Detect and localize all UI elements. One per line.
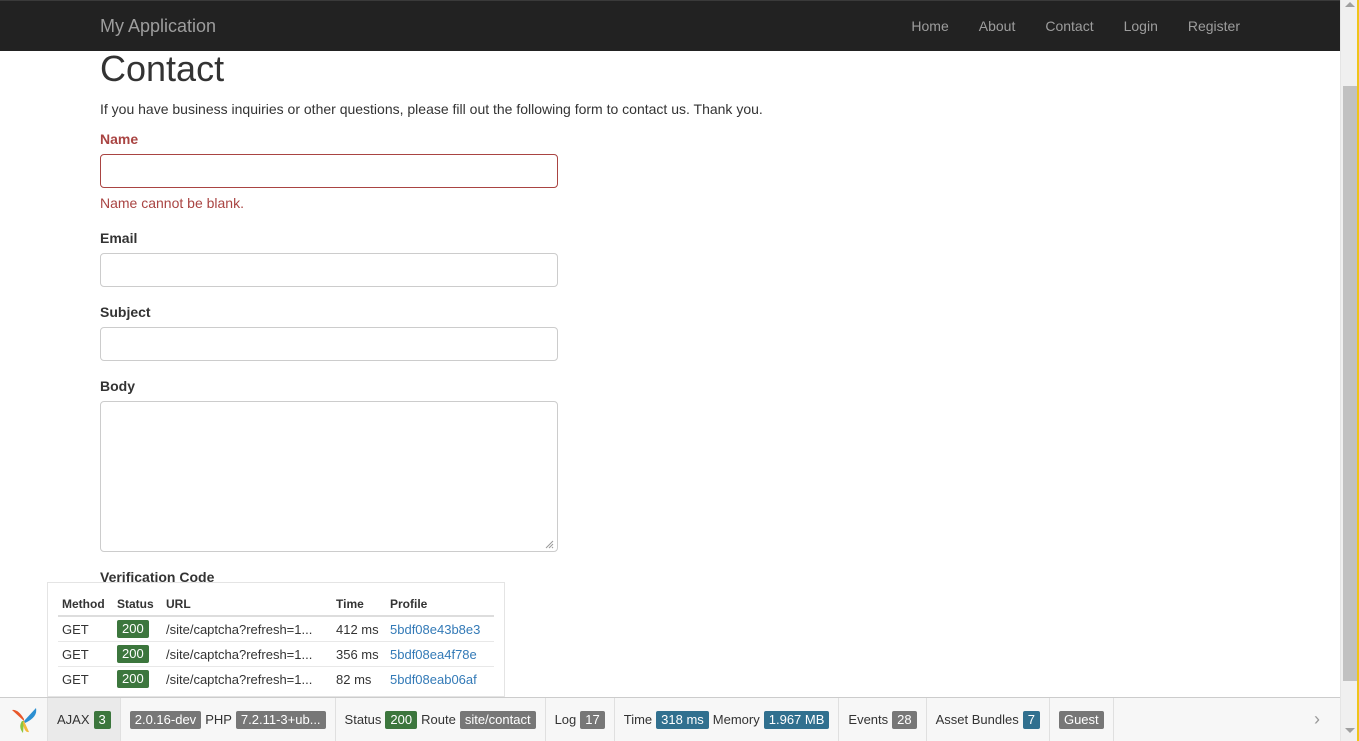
scroll-up-icon[interactable]	[1345, 2, 1355, 7]
email-input[interactable]	[100, 253, 558, 287]
profile-link[interactable]: 5bdf08ea4f78e	[390, 647, 477, 662]
assets-label: Asset Bundles	[935, 712, 1019, 727]
header-profile: Profile	[386, 593, 494, 617]
ajax-requests-table: Method Status URL Time Profile GET 200 /…	[58, 593, 494, 691]
row-time: 412 ms	[332, 616, 386, 642]
toolbar-config[interactable]: 2.0.16-dev PHP 7.2.11-3+ub...	[121, 698, 336, 741]
profile-link[interactable]: 5bdf08e43b8e3	[390, 622, 480, 637]
events-label: Events	[848, 712, 889, 727]
toolbar-request[interactable]: Status 200 Route site/contact	[336, 698, 546, 741]
toolbar-events[interactable]: Events 28	[839, 698, 927, 741]
log-count-badge: 17	[580, 710, 605, 729]
nav-item-home[interactable]: Home	[911, 18, 948, 34]
table-row: GET 200 /site/captcha?refresh=1... 412 m…	[58, 616, 494, 642]
name-input[interactable]	[100, 154, 558, 188]
subject-label: Subject	[100, 304, 151, 320]
row-method: GET	[58, 616, 113, 642]
scroll-down-icon[interactable]	[1345, 728, 1355, 733]
status-badge: 200	[117, 670, 149, 688]
body-label: Body	[100, 378, 135, 394]
yii-logo-icon	[11, 707, 36, 733]
navbar: My Application Home About Contact Login …	[0, 0, 1340, 51]
yii-logo-button[interactable]	[0, 698, 48, 741]
scroll-thumb[interactable]	[1343, 86, 1357, 681]
toolbar-ajax[interactable]: AJAX 3	[48, 698, 121, 741]
status-label: Status	[344, 712, 382, 727]
memory-label: Memory	[712, 712, 760, 727]
row-method: GET	[62, 671, 89, 687]
status-badge: 200	[117, 620, 149, 638]
nav-item-contact[interactable]: Contact	[1045, 18, 1093, 34]
status-badge: 200	[117, 645, 149, 663]
intro-text: If you have business inquiries or other …	[100, 101, 763, 117]
brand-link[interactable]: My Application	[100, 16, 216, 37]
name-error: Name cannot be blank.	[100, 195, 244, 211]
name-label: Name	[100, 131, 139, 147]
row-url: /site/captcha?refresh=1...	[166, 671, 313, 687]
subject-input[interactable]	[100, 327, 558, 361]
table-row: GET 200 /site/captcha?refresh=1... 356 m…	[58, 641, 494, 667]
ajax-requests-panel: Method Status URL Time Profile GET 200 /…	[47, 582, 505, 697]
ajax-label: AJAX	[57, 712, 90, 727]
table-row: GET 200 /site/captcha?refresh=1... 82 ms…	[58, 667, 494, 692]
log-label: Log	[554, 712, 577, 727]
row-url: /site/captcha?refresh=1...	[162, 616, 332, 642]
nav-item-login[interactable]: Login	[1124, 18, 1158, 34]
row-profile-cell: 5bdf08e43b8e3	[386, 616, 494, 642]
profile-link[interactable]: 5bdf08eab06af	[390, 672, 477, 687]
row-method: GET	[58, 641, 113, 667]
yii-version-badge: 2.0.16-dev	[129, 710, 202, 729]
row-status-cell: 200	[113, 641, 162, 667]
row-profile-cell: 5bdf08eab06af	[386, 667, 494, 692]
body-textarea[interactable]	[100, 401, 558, 552]
ajax-count-badge: 3	[93, 710, 111, 729]
debug-toolbar: AJAX 3 2.0.16-dev PHP 7.2.11-3+ub... Sta…	[0, 697, 1340, 741]
email-label: Email	[100, 230, 138, 246]
row-time: 82 ms	[336, 671, 372, 687]
row-profile-cell: 5bdf08ea4f78e	[386, 641, 494, 667]
row-status-cell: 200	[113, 616, 162, 642]
user-badge: Guest	[1058, 710, 1104, 729]
assets-count-badge: 7	[1022, 710, 1040, 729]
nav-item-register[interactable]: Register	[1188, 18, 1240, 34]
row-status-cell: 200	[113, 667, 162, 692]
header-status: Status	[113, 593, 162, 617]
header-method: Method	[58, 593, 113, 617]
row-time: 356 ms	[332, 641, 386, 667]
nav-item-about[interactable]: About	[979, 18, 1016, 34]
header-time: Time	[332, 593, 386, 617]
route-badge: site/contact	[459, 710, 536, 729]
row-url: /site/captcha?refresh=1...	[162, 641, 332, 667]
toolbar-spacer: ›	[1114, 698, 1340, 741]
header-url: URL	[162, 593, 332, 617]
table-header-row: Method Status URL Time Profile	[58, 593, 494, 617]
toolbar-assets[interactable]: Asset Bundles 7	[927, 698, 1050, 741]
resize-grip-icon[interactable]	[544, 539, 554, 549]
php-label: PHP	[205, 712, 232, 727]
memory-badge: 1.967 MB	[763, 710, 830, 729]
time-badge: 318 ms	[656, 710, 709, 729]
route-label: Route	[421, 712, 456, 727]
status-badge: 200	[385, 710, 418, 729]
collapse-toolbar-icon[interactable]: ›	[1314, 709, 1320, 730]
nav-menu: Home About Contact Login Register	[881, 1, 1240, 51]
toolbar-profiling[interactable]: Time 318 ms Memory 1.967 MB	[615, 698, 840, 741]
events-count-badge: 28	[892, 710, 917, 729]
toolbar-log[interactable]: Log 17	[546, 698, 615, 741]
toolbar-user[interactable]: Guest	[1050, 698, 1114, 741]
page-title: Contact	[100, 48, 225, 89]
php-version-badge: 7.2.11-3+ub...	[235, 710, 326, 729]
time-label: Time	[623, 712, 653, 727]
